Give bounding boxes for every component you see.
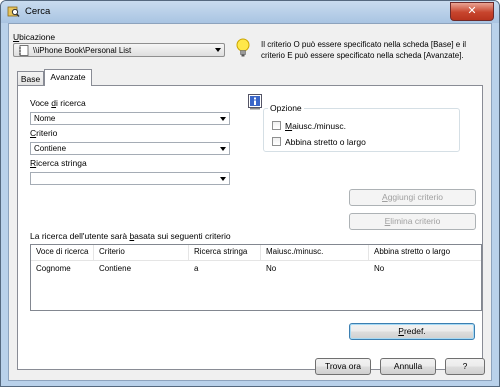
lightbulb-icon <box>236 38 250 57</box>
dialog-body: Ubicazione \\iPhone Book\Personal List I… <box>8 23 492 381</box>
chevron-down-icon <box>215 48 221 52</box>
table-cell: No <box>374 264 385 273</box>
options-label: Opzione <box>268 103 304 113</box>
options-groupbox: Opzione Maiusc./minusc. Abbina stretto o… <box>263 103 460 152</box>
hint-text: Il criterio O può essere specificato nel… <box>261 40 466 60</box>
search-field-value: Nome <box>34 114 56 123</box>
cancel-button[interactable]: Annulla <box>380 358 436 375</box>
case-sensitive-checkbox[interactable] <box>272 121 281 130</box>
help-button[interactable]: ? <box>445 358 485 375</box>
column-header[interactable]: Abbina stretto o largo <box>369 245 481 260</box>
location-dropdown[interactable]: \\iPhone Book\Personal List <box>13 43 225 57</box>
table-row[interactable]: Cognome Contiene a No No <box>31 261 481 275</box>
close-button[interactable]: ✕ <box>450 2 494 21</box>
chevron-down-icon <box>220 117 226 121</box>
title-bar[interactable]: Cerca ✕ <box>1 1 499 23</box>
chevron-down-icon <box>220 177 226 181</box>
column-header[interactable]: Voce di ricerca <box>31 245 94 260</box>
criteria-list-caption: La ricerca dell'utente sarà basata sui s… <box>30 231 231 241</box>
table-cell: Cognome <box>36 264 71 273</box>
search-field-dropdown[interactable]: Nome <box>30 112 230 125</box>
tab-base[interactable]: Base <box>17 71 44 86</box>
table-cell: No <box>266 264 277 273</box>
search-window-icon <box>7 6 20 17</box>
criteria-value: Contiene <box>34 144 67 153</box>
search-now-button[interactable]: Trova ora <box>315 358 371 375</box>
criteria-dropdown[interactable]: Contiene <box>30 142 230 155</box>
match-strict-label: Abbina stretto o largo <box>285 137 366 147</box>
search-field-label: Voce di ricerca <box>30 98 86 108</box>
table-cell: a <box>194 264 199 273</box>
info-icon <box>248 94 262 110</box>
address-book-icon <box>19 45 29 56</box>
add-criteria-button[interactable]: Aggiungi criterio <box>349 189 476 206</box>
search-string-label: Ricerca stringa <box>30 158 87 168</box>
column-header[interactable]: Maiusc./minusc. <box>261 245 369 260</box>
criteria-label: Criterio <box>30 128 58 138</box>
tab-avanzate[interactable]: Avanzate <box>44 69 92 86</box>
search-string-combo[interactable] <box>30 172 230 185</box>
column-header[interactable]: Ricerca stringa <box>189 245 261 260</box>
location-label: Ubicazione <box>13 32 56 42</box>
location-value: \\iPhone Book\Personal List <box>33 46 132 55</box>
table-header: Voce di ricerca Criterio Ricerca stringa… <box>31 245 481 261</box>
default-button[interactable]: Predef. <box>349 323 475 340</box>
match-strict-checkbox[interactable] <box>272 137 281 146</box>
table-cell: Contiene <box>99 264 132 273</box>
case-sensitive-label: Maiusc./minusc. <box>285 121 346 131</box>
search-dialog: Cerca ✕ Ubicazione \\iPhone Book\Persona… <box>0 0 500 387</box>
chevron-down-icon <box>220 147 226 151</box>
criteria-table[interactable]: Voce di ricerca Criterio Ricerca stringa… <box>30 244 482 311</box>
window-title: Cerca <box>25 6 51 17</box>
column-header[interactable]: Criterio <box>94 245 189 260</box>
delete-criteria-button[interactable]: Elimina criterio <box>349 213 476 230</box>
